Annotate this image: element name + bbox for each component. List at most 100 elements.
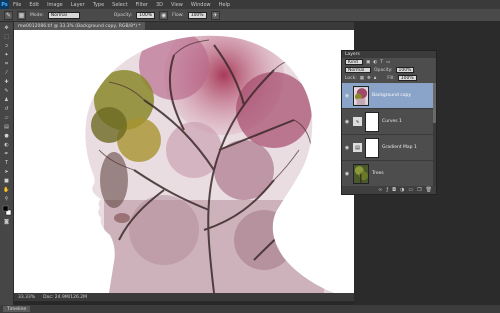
folder-icon[interactable]: ▭ (408, 187, 413, 193)
timeline-tab[interactable]: Timeline (3, 306, 31, 312)
trash-icon[interactable]: 🗑︎ (426, 187, 432, 193)
blur-tool-icon[interactable]: ● (2, 133, 11, 140)
fill-field[interactable]: 100% (397, 75, 417, 81)
gradient-tool-icon[interactable]: ▤ (2, 124, 11, 131)
layer-name[interactable]: Gradient Map 1 (382, 145, 417, 150)
eyedropper-icon[interactable]: ⁄ (2, 70, 11, 77)
layer-thumbnail (353, 85, 369, 106)
doc-size: Doc: 24.9M/126.2M (43, 294, 87, 300)
layers-scrollbar[interactable] (433, 83, 436, 186)
photoshop-logo: Ps (0, 0, 9, 9)
double-exposure-artwork (85, 35, 334, 293)
options-bar: ✎ ▦ Mode: Normal Opacity: 100% ◉ Flow: 1… (0, 9, 500, 22)
kind-filter-select[interactable]: Kind (345, 59, 363, 65)
layer-row-background-copy[interactable]: ◉ Background copy (342, 83, 436, 109)
status-bar: 33.33% Doc: 24.9M/126.2M (14, 293, 354, 301)
lock-position-icon[interactable]: ✥ (367, 76, 371, 81)
menu-filter[interactable]: Filter (132, 2, 152, 8)
type-tool-icon[interactable]: T (2, 160, 11, 167)
filter-shape-icon[interactable]: ▭ (386, 60, 390, 65)
zoom-level[interactable]: 33.33% (18, 295, 35, 300)
marquee-tool-icon[interactable]: ⬚ (2, 34, 11, 41)
menu-view[interactable]: View (167, 2, 187, 8)
layer-row-trees[interactable]: ◉ Trees (342, 161, 436, 187)
layer-name[interactable]: Trees (372, 171, 384, 176)
document-tab[interactable]: mw0012086.tif @ 33.3% (Background copy, … (14, 22, 145, 30)
eraser-icon[interactable]: ▱ (2, 115, 11, 122)
layer-row-gradient-map[interactable]: ◉ ▤ Gradient Map 1 (342, 135, 436, 161)
visibility-eye-icon[interactable]: ◉ (344, 171, 350, 177)
filter-pixel-icon[interactable]: ▣ (366, 60, 370, 65)
layer-mask-thumbnail[interactable] (365, 137, 379, 158)
pen-tool-icon[interactable]: ✒ (2, 151, 11, 158)
layer-name[interactable]: Background copy (372, 93, 411, 98)
flow-field[interactable]: 100% (187, 11, 207, 19)
filter-adjustment-icon[interactable]: ◐ (373, 60, 377, 65)
menu-image[interactable]: Image (43, 2, 67, 8)
visibility-eye-icon[interactable]: ◉ (344, 93, 350, 99)
quick-mask-icon[interactable]: ◙ (2, 219, 11, 226)
lasso-tool-icon[interactable]: ↄ (2, 43, 11, 50)
menu-select[interactable]: Select (108, 2, 131, 8)
layer-name[interactable]: Curves 1 (382, 119, 402, 124)
menu-3d[interactable]: 3D (152, 2, 167, 8)
blend-row: Normal Opacity: 100% (342, 66, 436, 74)
crop-tool-icon[interactable]: ⌗ (2, 61, 11, 68)
move-tool-icon[interactable]: ✥ (2, 25, 11, 32)
curves-adjustment-icon: ∿ (353, 117, 362, 126)
scroll-thumb[interactable] (433, 83, 436, 123)
menu-help[interactable]: Help (215, 2, 234, 8)
filter-type-icon[interactable]: T (380, 60, 383, 65)
menu-window[interactable]: Window (187, 2, 215, 8)
document-canvas[interactable] (14, 30, 354, 293)
layer-opacity-field[interactable]: 100% (395, 67, 415, 73)
menu-edit[interactable]: Edit (25, 2, 43, 8)
layer-list: ◉ Background copy ◉ ∿ Curves 1 ◉ ▤ Gradi… (342, 83, 436, 187)
brush-preset-icon[interactable]: ✎ (4, 10, 13, 20)
history-brush-icon[interactable]: ↺ (2, 106, 11, 113)
mode-select[interactable]: Normal (47, 11, 80, 19)
quick-select-icon[interactable]: ✦ (2, 52, 11, 59)
visibility-eye-icon[interactable]: ◉ (344, 119, 350, 125)
layer-mask-thumbnail[interactable] (365, 111, 379, 132)
layer-thumbnail (353, 163, 369, 184)
blend-mode-select[interactable]: Normal (345, 67, 371, 73)
adjustment-icon[interactable]: ◑ (400, 187, 404, 193)
visibility-eye-icon[interactable]: ◉ (344, 145, 350, 151)
layer-row-curves[interactable]: ◉ ∿ Curves 1 (342, 109, 436, 135)
fx-icon[interactable]: ƒ (386, 187, 388, 193)
menu-bar: Ps File Edit Image Layer Type Select Fil… (0, 0, 500, 9)
layers-filter-row: Kind ▣ ◐ T ▭ (342, 58, 436, 66)
tools-panel: ✥ ⬚ ↄ ✦ ⌗ ⁄ ✚ ✎ ♟ ↺ ▱ ▤ ● ◐ ✒ T ➤ ■ ✋ ⚲ … (0, 22, 14, 305)
pressure-opacity-icon[interactable]: ◉ (159, 10, 169, 20)
lock-pixels-icon[interactable]: ▦ (360, 76, 364, 81)
layer-opacity-label: Opacity: (374, 67, 393, 73)
brush-panel-icon[interactable]: ▦ (17, 10, 26, 20)
flow-label: Flow: (172, 12, 184, 18)
mode-label: Mode: (30, 12, 44, 18)
bottom-panel-bar: Timeline (0, 305, 500, 313)
zoom-tool-icon[interactable]: ⚲ (2, 196, 11, 203)
path-select-icon[interactable]: ➤ (2, 169, 11, 176)
layers-panel-title[interactable]: Layers (342, 51, 436, 58)
menu-layer[interactable]: Layer (67, 2, 89, 8)
shape-tool-icon[interactable]: ■ (2, 178, 11, 185)
lock-label: Lock: (345, 75, 357, 81)
gradient-map-adjustment-icon: ▤ (353, 143, 362, 152)
brush-tool-icon[interactable]: ✎ (2, 88, 11, 95)
layers-panel-footer: ∞ ƒ ◘ ◑ ▭ ❐ 🗑︎ (342, 186, 436, 194)
new-layer-icon[interactable]: ❐ (417, 187, 421, 193)
hand-tool-icon[interactable]: ✋ (2, 187, 11, 194)
lock-all-icon[interactable]: 🔒︎ (374, 75, 376, 81)
mask-icon[interactable]: ◘ (392, 187, 396, 193)
dodge-tool-icon[interactable]: ◐ (2, 142, 11, 149)
opacity-label: Opacity: (113, 12, 133, 18)
airbrush-icon[interactable]: ✈ (210, 10, 220, 20)
menu-type[interactable]: Type (89, 2, 108, 8)
opacity-field[interactable]: 100% (136, 11, 156, 19)
foreground-background-color-icon[interactable] (2, 205, 12, 217)
link-icon[interactable]: ∞ (378, 187, 382, 193)
healing-brush-icon[interactable]: ✚ (2, 79, 11, 86)
menu-file[interactable]: File (9, 2, 25, 8)
clone-stamp-icon[interactable]: ♟ (2, 97, 11, 104)
